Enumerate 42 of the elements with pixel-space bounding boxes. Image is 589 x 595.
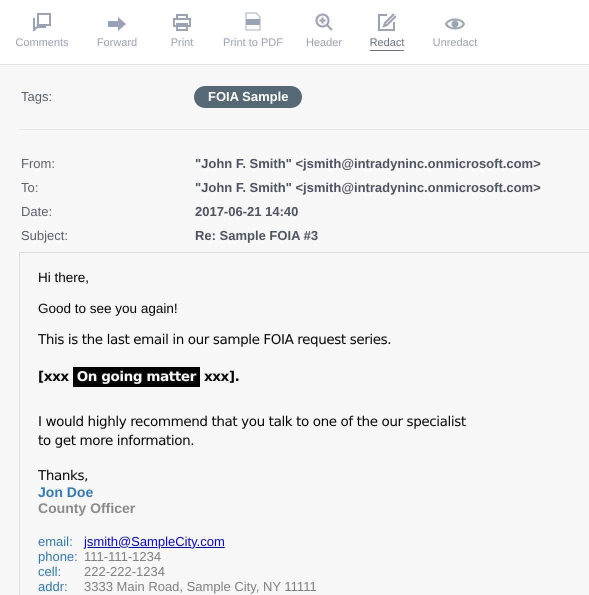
zoom-in-icon [315, 13, 333, 31]
eye-icon [445, 17, 465, 31]
tag-pill: FOIA Sample [194, 86, 302, 108]
toolbar-button[interactable]: Print [154, 13, 210, 51]
header-label: Subject: [20, 227, 69, 246]
toolbar-button[interactable]: Print to PDF [210, 13, 296, 51]
header-value: 2017-06-21 14:40 [195, 203, 298, 222]
edit-icon [378, 13, 396, 31]
header-value: Re: Sample FOIA #3 [195, 227, 318, 246]
contact-value: 111-111-1234 [84, 548, 162, 564]
toolbar-button[interactable]: Redact [352, 13, 422, 51]
contact-label: cell: [38, 564, 62, 579]
redaction-text: [xxx [38, 368, 69, 386]
comments-icon [33, 13, 51, 31]
forward-arrow-icon [108, 17, 126, 31]
header-value: "John F. Smith" <jsmith@intradyninc.onmicrosoft.com> [195, 179, 541, 198]
signature-name: Jon Doe [38, 484, 94, 500]
paragraph: This is the last email in our sample FOIA request series. [38, 330, 392, 350]
contact-label: addr: [38, 578, 69, 594]
header-value: "John F. Smith" <jsmith@intradyninc.onmicrosoft.com> [195, 155, 541, 174]
paragraph: Hi there, [38, 269, 90, 287]
contact-label: phone: [38, 548, 79, 564]
pdf-file-icon [245, 12, 261, 31]
toolbar-button[interactable]: Unredact [422, 13, 488, 51]
paragraph: Good to see you again! [38, 300, 179, 318]
redacted-text: On going matter [72, 366, 200, 387]
paragraph: I would highly recommend that you talk to one of the our specialist to get more information. [38, 412, 467, 451]
redaction-text: xxx]. [204, 368, 240, 386]
contact-label: email: [38, 534, 74, 549]
contact-value: 222-222-1234 [84, 564, 165, 579]
contact-value: 3333 Main Road, Sample City, NY 11111 [84, 578, 317, 594]
signature-title: County Officer [38, 500, 136, 517]
tags-label: Tags: [21, 88, 54, 106]
toolbar-button[interactable]: Forward [80, 13, 154, 51]
printer-icon [173, 14, 191, 31]
toolbar-button[interactable]: Comments [4, 13, 80, 51]
header-label: To: [20, 179, 40, 198]
toolbar-button[interactable]: Header [296, 13, 352, 51]
email-link[interactable]: jsmith@SampleCity.com [84, 534, 225, 549]
header-label: Date: [20, 203, 54, 222]
closing-text: Thanks, [38, 468, 89, 485]
header-label: From: [20, 155, 56, 174]
